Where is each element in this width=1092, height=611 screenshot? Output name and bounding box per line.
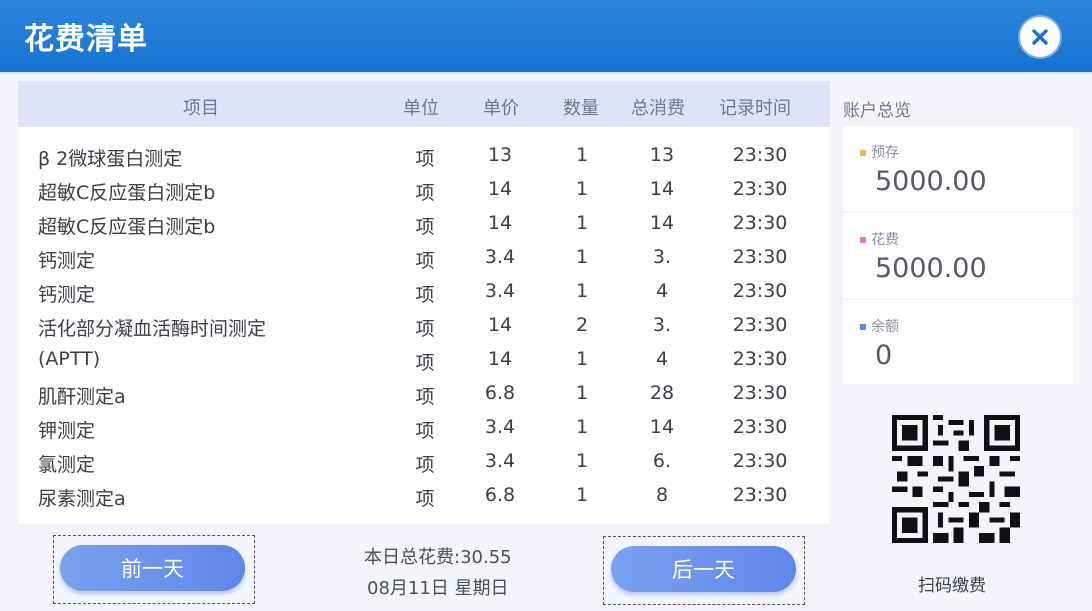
deposit-value: 5000.00 bbox=[875, 166, 987, 197]
time-cell: 23:30 bbox=[732, 484, 788, 506]
time-cell: 23:30 bbox=[732, 314, 788, 336]
billing-window: 花费清单 项目 单位 单价 数量 总消费 记录时间 β 2微球蛋白测定项 13 1 1… bbox=[0, 0, 1092, 611]
deposit-label: 预存 bbox=[871, 145, 899, 161]
item-cell: 超敏C反应蛋白测定b bbox=[38, 216, 216, 238]
time-cell: 23:30 bbox=[732, 212, 788, 234]
time-cell: 23:30 bbox=[732, 178, 788, 200]
time-cell: 23:30 bbox=[732, 348, 788, 370]
deposit-dot bbox=[860, 150, 866, 156]
deposit-card: 预存 5000.00 bbox=[843, 126, 1073, 211]
time-cell: 23:30 bbox=[732, 144, 788, 166]
time-cell: 23:30 bbox=[732, 280, 788, 302]
account-overview-label: 账户总览 bbox=[843, 101, 911, 121]
item-cell: 钙测定 bbox=[38, 250, 96, 272]
header-bar: 花费清单 bbox=[0, 0, 1092, 74]
item-cell: 钾测定 bbox=[38, 420, 96, 442]
item-cell: 肌酐测定a bbox=[38, 386, 126, 408]
balance-value: 0 bbox=[875, 340, 893, 371]
item-cell: 超敏C反应蛋白测定b bbox=[38, 182, 216, 204]
spent-value: 5000.00 bbox=[875, 253, 987, 284]
window-title: 花费清单 bbox=[24, 22, 148, 57]
qr-code-icon bbox=[892, 415, 1020, 543]
item-cell: 尿素测定a bbox=[38, 488, 126, 510]
close-button[interactable] bbox=[1020, 17, 1060, 57]
header-unit: 单位 bbox=[403, 98, 439, 119]
header-total: 总消费 bbox=[631, 98, 685, 119]
next-day-button[interactable]: 后一天 bbox=[611, 546, 796, 592]
header-price: 单价 bbox=[483, 98, 519, 119]
qr-pay-label: 扫码缴费 bbox=[918, 576, 986, 596]
header-item: 项目 bbox=[183, 98, 219, 119]
spent-card: 花费 5000.00 bbox=[843, 213, 1073, 298]
date-text: 08月11日 星期日 bbox=[367, 578, 509, 599]
time-cell: 23:30 bbox=[732, 416, 788, 438]
item-cell: 氯测定 bbox=[38, 454, 96, 476]
spent-label: 花费 bbox=[871, 232, 899, 248]
prev-day-button[interactable]: 前一天 bbox=[60, 545, 245, 591]
balance-card: 余额 0 bbox=[843, 300, 1073, 384]
daily-total: 本日总花费:30.55 bbox=[364, 547, 512, 568]
spent-dot bbox=[860, 237, 866, 243]
close-icon bbox=[1032, 29, 1048, 45]
item-cell: β 2微球蛋白测定 bbox=[38, 148, 183, 170]
time-cell: 23:30 bbox=[732, 246, 788, 268]
balance-label: 余额 bbox=[871, 319, 899, 335]
header-time: 记录时间 bbox=[719, 98, 791, 119]
item-cell: 活化部分凝血活酶时间测定 bbox=[38, 318, 267, 340]
balance-dot bbox=[860, 324, 866, 330]
time-cell: 23:30 bbox=[732, 382, 788, 404]
time-cell: 23:30 bbox=[732, 450, 788, 472]
header-qty: 数量 bbox=[563, 98, 599, 119]
item-cell: (APTT) bbox=[38, 348, 101, 370]
item-cell: 钙测定 bbox=[38, 284, 96, 306]
